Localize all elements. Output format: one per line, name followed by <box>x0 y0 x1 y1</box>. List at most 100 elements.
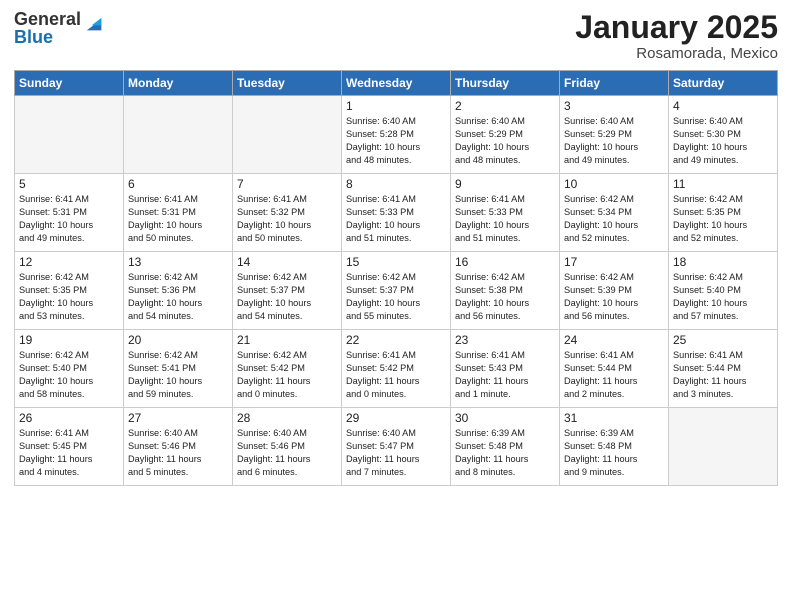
header-sunday: Sunday <box>15 71 124 96</box>
day-info: Sunrise: 6:39 AM Sunset: 5:48 PM Dayligh… <box>455 427 555 479</box>
day-number: 8 <box>346 177 446 191</box>
month-title: January 2025 <box>575 10 778 45</box>
logo: General Blue <box>14 10 105 46</box>
calendar-cell <box>669 408 778 486</box>
day-info: Sunrise: 6:41 AM Sunset: 5:32 PM Dayligh… <box>237 193 337 245</box>
day-number: 2 <box>455 99 555 113</box>
day-number: 28 <box>237 411 337 425</box>
header-monday: Monday <box>124 71 233 96</box>
day-info: Sunrise: 6:42 AM Sunset: 5:40 PM Dayligh… <box>673 271 773 323</box>
day-number: 21 <box>237 333 337 347</box>
calendar-cell: 6Sunrise: 6:41 AM Sunset: 5:31 PM Daylig… <box>124 174 233 252</box>
calendar-cell: 17Sunrise: 6:42 AM Sunset: 5:39 PM Dayli… <box>560 252 669 330</box>
calendar-cell: 15 Sunrise: 6:42 AM Sunset: 5:37 PM Dayli… <box>342 252 451 330</box>
day-info: Sunrise: 6:41 AM Sunset: 5:42 PM Dayligh… <box>346 349 446 401</box>
calendar-cell: 22Sunrise: 6:41 AM Sunset: 5:42 PM Dayli… <box>342 330 451 408</box>
day-info: Sunrise: 6:41 AM Sunset: 5:31 PM Dayligh… <box>19 193 119 245</box>
day-number: 25 <box>673 333 773 347</box>
calendar-cell: 8 Sunrise: 6:41 AM Sunset: 5:33 PM Daylig… <box>342 174 451 252</box>
calendar-cell: 1 Sunrise: 6:40 AM Sunset: 5:28 PM Daylig… <box>342 96 451 174</box>
day-number: 31 <box>564 411 664 425</box>
day-number: 29 <box>346 411 446 425</box>
day-number: 19 <box>19 333 119 347</box>
day-info: Sunrise: 6:40 AM Sunset: 5:46 PM Dayligh… <box>237 427 337 479</box>
day-number: 10 <box>564 177 664 191</box>
day-info: Sunrise: 6:40 AM Sunset: 5:30 PM Dayligh… <box>673 115 773 167</box>
calendar-cell <box>124 96 233 174</box>
day-info: Sunrise: 6:40 AM Sunset: 5:46 PM Dayligh… <box>128 427 228 479</box>
day-info: Sunrise: 6:41 AM Sunset: 5:44 PM Dayligh… <box>673 349 773 401</box>
day-info: Sunrise: 6:42 AM Sunset: 5:37 PM Dayligh… <box>346 271 446 323</box>
day-info: Sunrise: 6:42 AM Sunset: 5:36 PM Dayligh… <box>128 271 228 323</box>
calendar-cell: 29 Sunrise: 6:40 AM Sunset: 5:47 PM Dayli… <box>342 408 451 486</box>
day-info: Sunrise: 6:41 AM Sunset: 5:44 PM Dayligh… <box>564 349 664 401</box>
day-number: 24 <box>564 333 664 347</box>
day-number: 26 <box>19 411 119 425</box>
day-number: 13 <box>128 255 228 269</box>
day-info: Sunrise: 6:42 AM Sunset: 5:35 PM Dayligh… <box>19 271 119 323</box>
calendar-cell: 16Sunrise: 6:42 AM Sunset: 5:38 PM Dayli… <box>451 252 560 330</box>
day-info: Sunrise: 6:42 AM Sunset: 5:41 PM Dayligh… <box>128 349 228 401</box>
calendar-cell: 9Sunrise: 6:41 AM Sunset: 5:33 PM Daylig… <box>451 174 560 252</box>
day-number: 5 <box>19 177 119 191</box>
logo-blue: Blue <box>14 28 81 46</box>
week-row-3: 19 Sunrise: 6:42 AM Sunset: 5:40 PM Dayli… <box>15 330 778 408</box>
day-info: Sunrise: 6:41 AM Sunset: 5:33 PM Dayligh… <box>455 193 555 245</box>
day-info: Sunrise: 6:42 AM Sunset: 5:35 PM Dayligh… <box>673 193 773 245</box>
header-thursday: Thursday <box>451 71 560 96</box>
day-info: Sunrise: 6:42 AM Sunset: 5:34 PM Dayligh… <box>564 193 664 245</box>
calendar-cell: 14 Sunrise: 6:42 AM Sunset: 5:37 PM Dayli… <box>233 252 342 330</box>
logo-general: General <box>14 10 81 28</box>
calendar-cell: 13 Sunrise: 6:42 AM Sunset: 5:36 PM Dayli… <box>124 252 233 330</box>
calendar-cell: 28 Sunrise: 6:40 AM Sunset: 5:46 PM Dayli… <box>233 408 342 486</box>
calendar-cell <box>233 96 342 174</box>
calendar-cell: 10 Sunrise: 6:42 AM Sunset: 5:34 PM Dayli… <box>560 174 669 252</box>
day-number: 12 <box>19 255 119 269</box>
day-number: 3 <box>564 99 664 113</box>
calendar-cell: 2 Sunrise: 6:40 AM Sunset: 5:29 PM Daylig… <box>451 96 560 174</box>
calendar-cell: 21 Sunrise: 6:42 AM Sunset: 5:42 PM Dayli… <box>233 330 342 408</box>
calendar-cell: 24 Sunrise: 6:41 AM Sunset: 5:44 PM Dayli… <box>560 330 669 408</box>
day-info: Sunrise: 6:40 AM Sunset: 5:29 PM Dayligh… <box>564 115 664 167</box>
location: Rosamorada, Mexico <box>575 45 778 62</box>
day-info: Sunrise: 6:42 AM Sunset: 5:38 PM Dayligh… <box>455 271 555 323</box>
calendar-cell: 25 Sunrise: 6:41 AM Sunset: 5:44 PM Dayli… <box>669 330 778 408</box>
day-number: 11 <box>673 177 773 191</box>
week-row-1: 5 Sunrise: 6:41 AM Sunset: 5:31 PM Daylig… <box>15 174 778 252</box>
calendar-cell: 4Sunrise: 6:40 AM Sunset: 5:30 PM Daylig… <box>669 96 778 174</box>
day-number: 27 <box>128 411 228 425</box>
day-info: Sunrise: 6:40 AM Sunset: 5:47 PM Dayligh… <box>346 427 446 479</box>
day-info: Sunrise: 6:42 AM Sunset: 5:40 PM Dayligh… <box>19 349 119 401</box>
day-info: Sunrise: 6:42 AM Sunset: 5:42 PM Dayligh… <box>237 349 337 401</box>
calendar-page: General Blue January 2025 Rosamorada, Me… <box>0 0 792 612</box>
calendar-cell: 23Sunrise: 6:41 AM Sunset: 5:43 PM Dayli… <box>451 330 560 408</box>
header-wednesday: Wednesday <box>342 71 451 96</box>
day-info: Sunrise: 6:41 AM Sunset: 5:33 PM Dayligh… <box>346 193 446 245</box>
calendar-cell: 3 Sunrise: 6:40 AM Sunset: 5:29 PM Daylig… <box>560 96 669 174</box>
day-number: 14 <box>237 255 337 269</box>
day-number: 30 <box>455 411 555 425</box>
calendar-cell <box>15 96 124 174</box>
logo-icon <box>83 12 105 34</box>
day-info: Sunrise: 6:40 AM Sunset: 5:29 PM Dayligh… <box>455 115 555 167</box>
header-saturday: Saturday <box>669 71 778 96</box>
title-block: January 2025 Rosamorada, Mexico <box>575 10 778 62</box>
day-info: Sunrise: 6:42 AM Sunset: 5:37 PM Dayligh… <box>237 271 337 323</box>
logo-text: General Blue <box>14 10 81 46</box>
day-info: Sunrise: 6:40 AM Sunset: 5:28 PM Dayligh… <box>346 115 446 167</box>
day-info: Sunrise: 6:41 AM Sunset: 5:43 PM Dayligh… <box>455 349 555 401</box>
day-number: 6 <box>128 177 228 191</box>
day-info: Sunrise: 6:39 AM Sunset: 5:48 PM Dayligh… <box>564 427 664 479</box>
header-row: SundayMondayTuesdayWednesdayThursdayFrid… <box>15 71 778 96</box>
calendar-cell: 27 Sunrise: 6:40 AM Sunset: 5:46 PM Dayli… <box>124 408 233 486</box>
day-number: 18 <box>673 255 773 269</box>
day-number: 7 <box>237 177 337 191</box>
header: General Blue January 2025 Rosamorada, Me… <box>14 10 778 62</box>
day-number: 15 <box>346 255 446 269</box>
calendar-cell: 18 Sunrise: 6:42 AM Sunset: 5:40 PM Dayli… <box>669 252 778 330</box>
day-number: 1 <box>346 99 446 113</box>
week-row-2: 12 Sunrise: 6:42 AM Sunset: 5:35 PM Dayli… <box>15 252 778 330</box>
day-info: Sunrise: 6:42 AM Sunset: 5:39 PM Dayligh… <box>564 271 664 323</box>
day-number: 20 <box>128 333 228 347</box>
calendar-table: SundayMondayTuesdayWednesdayThursdayFrid… <box>14 70 778 486</box>
